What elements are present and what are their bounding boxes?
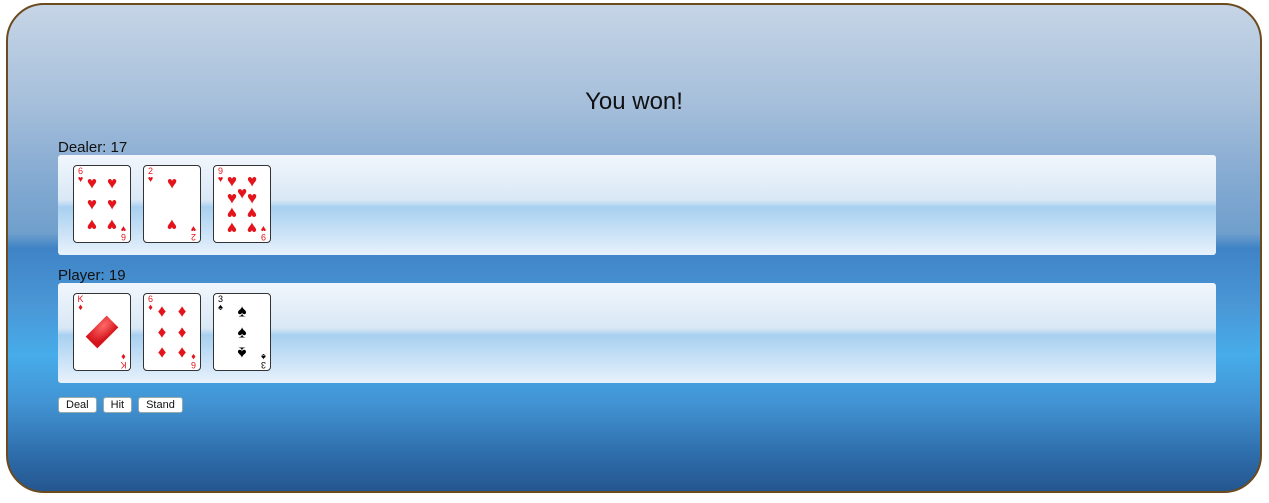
card-suit: ♠ xyxy=(218,302,223,312)
suit-pip-icon: ♦ xyxy=(177,301,187,321)
player-card: 6 ♦ 6 ♦ ♦ ♦ ♦ ♦ ♦ ♦ xyxy=(143,293,201,371)
suit-pip-icon: ♦ xyxy=(157,301,167,321)
player-hand: K ♦ K ♦ 6 ♦ 6 ♦ ♦ ♦ ♦ ♦ ♦ ♦ 3 ♠ 3 ♠ ♠ ♠ ♠ xyxy=(58,283,1216,383)
suit-pip-icon: ♦ xyxy=(157,322,167,342)
action-buttons: Deal Hit Stand xyxy=(58,397,183,413)
suit-pip-icon: ♠ xyxy=(237,301,247,321)
status-message: You won! xyxy=(585,88,683,115)
suit-pip-icon: ♥ xyxy=(86,215,97,235)
player-card: 3 ♠ 3 ♠ ♠ ♠ ♠ xyxy=(213,293,271,371)
card-corner-index: K ♦ xyxy=(76,295,85,312)
suit-pip-icon: ♥ xyxy=(247,218,258,238)
card-suit: ♦ xyxy=(78,302,83,312)
suit-pip-icon: ♥ xyxy=(107,194,118,214)
deal-button[interactable]: Deal xyxy=(58,397,97,413)
player-score-label: Player: 19 xyxy=(58,267,126,284)
card-corner-index: 3 ♠ xyxy=(216,295,225,312)
stand-button[interactable]: Stand xyxy=(138,397,183,413)
suit-pip-icon: ♥ xyxy=(107,215,118,235)
hit-button[interactable]: Hit xyxy=(102,397,133,413)
card-suit: ♥ xyxy=(147,174,154,184)
suit-pip-icon: ♥ xyxy=(107,173,118,193)
card-suit: ♦ xyxy=(121,352,126,362)
suit-pip-icon: ♥ xyxy=(86,194,97,214)
player-card: K ♦ K ♦ xyxy=(73,293,131,371)
card-rank: 6 xyxy=(121,232,127,242)
suit-pip-icon: ♦ xyxy=(177,343,187,363)
game-board: You won! Dealer: 17 6 ♥ 6 ♥ ♥ ♥ ♥ ♥ ♥ ♥ 2 ♥ 2 ♥ ♥ ♥ 9 ♥ 9 ♥… xyxy=(6,3,1262,493)
dealer-hand: 6 ♥ 6 ♥ ♥ ♥ ♥ ♥ ♥ ♥ 2 ♥ 2 ♥ ♥ ♥ 9 ♥ 9 ♥ ♥ ♥ ♥ ♥ ♥ ♥ ♥ ♥ ♥ xyxy=(58,155,1216,255)
suit-pip-icon: ♦ xyxy=(177,322,187,342)
card-rank: 6 xyxy=(191,360,197,370)
dealer-score-label: Dealer: 17 xyxy=(58,139,128,156)
suit-pip-icon: ♦ xyxy=(157,343,167,363)
suit-pip-icon: ♥ xyxy=(226,218,237,238)
card-rank: K xyxy=(120,360,127,370)
card-suit: ♠ xyxy=(261,352,266,362)
diamond-icon xyxy=(85,315,119,349)
dealer-card: 9 ♥ 9 ♥ ♥ ♥ ♥ ♥ ♥ ♥ ♥ ♥ ♥ xyxy=(213,165,271,243)
dealer-card: 2 ♥ 2 ♥ ♥ ♥ xyxy=(143,165,201,243)
card-corner-index: K ♦ xyxy=(119,352,128,370)
card-suit: ♥ xyxy=(190,224,197,234)
card-corner-index: 2 ♥ xyxy=(189,224,198,242)
suit-pip-icon: ♥ xyxy=(166,173,178,193)
card-corner-index: 3 ♠ xyxy=(259,352,268,370)
suit-pip-icon: ♠ xyxy=(237,343,247,363)
suit-pip-icon: ♥ xyxy=(86,173,97,193)
dealer-card: 6 ♥ 6 ♥ ♥ ♥ ♥ ♥ ♥ ♥ xyxy=(73,165,131,243)
suit-pip-icon: ♠ xyxy=(237,322,247,342)
card-corner-index: 2 ♥ xyxy=(146,167,155,184)
card-rank: 2 xyxy=(191,232,197,242)
suit-pip-icon: ♥ xyxy=(166,215,178,235)
card-rank: 3 xyxy=(261,360,267,370)
